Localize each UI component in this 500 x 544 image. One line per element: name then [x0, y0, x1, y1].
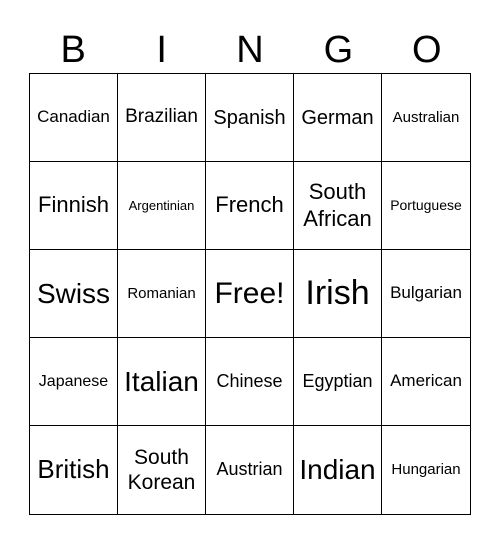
bingo-cell: Bulgarian: [382, 250, 470, 338]
bingo-cell: Swiss: [30, 250, 118, 338]
bingo-cell: Romanian: [118, 250, 206, 338]
header-letter-o: O: [412, 29, 442, 71]
bingo-cell: Chinese: [206, 338, 294, 426]
bingo-cell: Free!: [206, 250, 294, 338]
bingo-cell: Argentinian: [118, 162, 206, 250]
bingo-cell: Hungarian: [391, 461, 461, 478]
bingo-cell: Brazilian: [118, 74, 206, 162]
bingo-cell: Egyptian: [294, 338, 382, 426]
bingo-cell: Irish: [294, 250, 382, 338]
bingo-cell: Canadian: [30, 74, 118, 162]
header-letter-n: N: [236, 29, 264, 71]
bingo-cell: South African: [294, 162, 382, 250]
bingo-cell: Australian: [382, 74, 470, 162]
bingo-header: B I N G O: [29, 28, 471, 72]
bingo-grid: Canadian Brazilian Spanish German Australian…: [29, 73, 471, 515]
bingo-cell: Portuguese: [382, 162, 470, 250]
bingo-cell: American: [382, 338, 470, 426]
bingo-cell: Austrian: [206, 426, 294, 514]
bingo-cell: Japanese: [30, 338, 118, 426]
bingo-cell: French: [206, 162, 294, 250]
header-letter-b: B: [60, 29, 86, 71]
bingo-cell: Spanish: [206, 74, 294, 162]
bingo-cell: British: [30, 426, 118, 514]
bingo-cell: German: [294, 74, 382, 162]
bingo-cell: Finnish: [30, 162, 118, 250]
bingo-cell: South Korean: [118, 426, 206, 514]
bingo-cell: Italian: [118, 338, 206, 426]
header-letter-g: G: [323, 29, 354, 71]
header-letter-i: I: [156, 29, 167, 71]
bingo-cell: Indian: [294, 426, 382, 514]
